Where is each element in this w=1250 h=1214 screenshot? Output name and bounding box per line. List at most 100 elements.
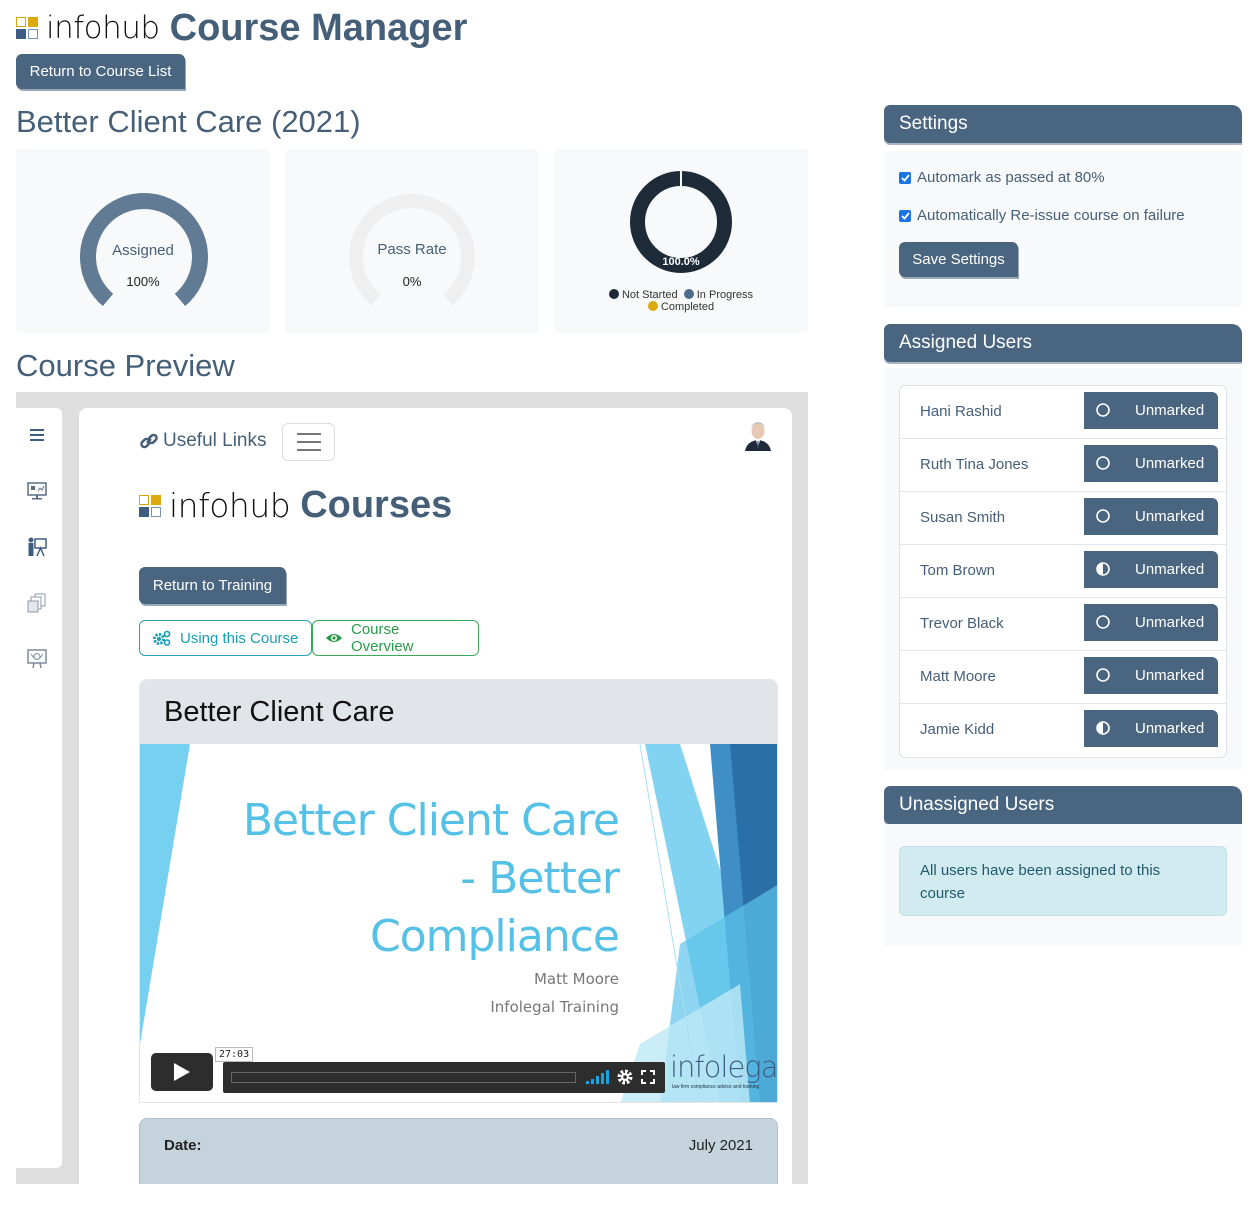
assigned-user-row: Trevor Black Unmarked <box>900 598 1226 651</box>
course-card-title: Better Client Care <box>140 680 777 744</box>
infohub-logo-text: infohub <box>46 10 160 46</box>
user-status-label: Unmarked <box>1135 667 1205 684</box>
slide-title: Better Client Care - Better Compliance <box>242 795 620 962</box>
slide-organisation: Infolegal Training <box>490 998 619 1016</box>
cogs-icon <box>153 630 171 646</box>
donut-slice-not-started[interactable] <box>630 171 732 273</box>
half-circle-progress-icon <box>1096 721 1110 735</box>
user-name: Ruth Tina Jones <box>920 456 1029 473</box>
user-name: Hani Rashid <box>920 403 1002 420</box>
app-title: Course Manager <box>169 6 468 49</box>
assigned-stat-card: Assigned 100% <box>16 149 270 333</box>
infolegal-logo: infolegal <box>670 1050 778 1084</box>
legend-item-completed[interactable]: Completed <box>647 301 714 313</box>
presentation-board-icon[interactable] <box>26 648 48 670</box>
donut-data-label: 100.0% <box>662 256 700 268</box>
course-title: Better Client Care (2021) <box>16 104 361 139</box>
legend-dot <box>683 289 694 299</box>
video-progress-bar[interactable] <box>231 1072 576 1083</box>
useful-links-link[interactable]: Useful Links <box>139 430 267 452</box>
user-status-label: Unmarked <box>1135 508 1205 525</box>
video-duration: 27:03 <box>215 1047 254 1062</box>
app-header: infohub Course Manager <box>16 6 468 49</box>
preview-main: Useful Links infohub Courses Return to T… <box>79 408 792 1184</box>
user-status-button[interactable]: Unmarked <box>1084 604 1218 641</box>
half-circle-progress-icon <box>1096 562 1110 576</box>
assigned-value: 100% <box>126 274 160 289</box>
legend-dot <box>608 289 619 299</box>
unassigned-users-panel: All users have been assigned to this cou… <box>884 824 1242 946</box>
assigned-label: Assigned <box>112 242 174 259</box>
user-status-label: Unmarked <box>1135 455 1205 472</box>
unassigned-users-panel-header: Unassigned Users <box>884 786 1242 824</box>
assigned-user-row: Jamie Kidd Unmarked <box>900 704 1226 757</box>
legend-item-in-progress[interactable]: In Progress <box>683 289 753 301</box>
user-status-label: Unmarked <box>1135 561 1205 578</box>
course-card: Better Client Care Better Client Care - … <box>139 679 778 1103</box>
eye-icon <box>326 634 342 642</box>
legend-item-not-started[interactable]: Not Started <box>608 289 678 301</box>
reissue-checkbox[interactable] <box>899 209 911 222</box>
return-to-course-list-button[interactable]: Return to Course List <box>16 54 185 89</box>
presenter-icon[interactable] <box>26 536 48 558</box>
preview-sidebar <box>16 408 62 1168</box>
assigned-user-row: Matt Moore Unmarked <box>900 651 1226 704</box>
automark-checkbox[interactable] <box>899 171 911 184</box>
assigned-user-row: Susan Smith Unmarked <box>900 492 1226 545</box>
pass-rate-stat-card: Pass Rate 0% <box>285 149 539 333</box>
user-name: Susan Smith <box>920 509 1006 526</box>
navbar-toggle-button[interactable] <box>282 423 335 461</box>
progress-donut-card: 100.0% Not Started In Progress Completed <box>554 149 808 333</box>
assigned-user-row: Ruth Tina Jones Unmarked <box>900 439 1226 492</box>
automark-checkbox-row[interactable]: Automark as passed at 80% <box>899 169 1105 186</box>
dashboard-monitor-icon[interactable] <box>26 480 48 502</box>
date-value: July 2021 <box>688 1137 753 1154</box>
fullscreen-icon[interactable] <box>641 1070 655 1084</box>
user-status-label: Unmarked <box>1135 720 1205 737</box>
user-status-button[interactable]: Unmarked <box>1084 710 1218 747</box>
user-status-button[interactable]: Unmarked <box>1084 498 1218 535</box>
slide-author: Matt Moore <box>533 970 619 988</box>
menu-icon[interactable] <box>26 424 48 446</box>
empty-circle-progress-icon <box>1096 403 1110 417</box>
all-assigned-alert: All users have been assigned to this cou… <box>899 846 1227 916</box>
assigned-gauge <box>80 193 208 307</box>
user-status-button[interactable]: Unmarked <box>1084 551 1218 588</box>
empty-circle-progress-icon <box>1096 615 1110 629</box>
infohub-logo-icon <box>139 494 161 517</box>
play-icon <box>174 1063 190 1081</box>
user-status-label: Unmarked <box>1135 402 1205 419</box>
assigned-user-row: Hani Rashid Unmarked <box>900 386 1226 439</box>
user-avatar[interactable] <box>743 419 773 453</box>
link-icon <box>140 433 158 449</box>
volume-icon[interactable] <box>585 1070 609 1084</box>
infohub-courses-logo: infohub Courses <box>139 484 452 527</box>
pass-rate-value: 0% <box>402 274 422 289</box>
assigned-users-panel: Hani Rashid Unmarked Ruth Tina Jones Unmark… <box>884 368 1242 770</box>
documents-icon[interactable] <box>26 592 48 614</box>
return-to-training-button[interactable]: Return to Training <box>139 567 286 604</box>
donut-slice-separator <box>680 170 682 187</box>
user-name: Trevor Black <box>920 615 1004 632</box>
settings-panel-header: Settings <box>884 105 1242 143</box>
course-video[interactable]: Better Client Care - Better Compliance M… <box>140 744 778 1102</box>
settings-panel: Automark as passed at 80% Automatically … <box>884 151 1242 307</box>
user-status-button[interactable]: Unmarked <box>1084 392 1218 429</box>
settings-gear-icon[interactable] <box>617 1069 633 1085</box>
video-control-bar <box>223 1062 665 1093</box>
play-button[interactable] <box>151 1053 213 1091</box>
infohub-logo-icon <box>16 17 38 39</box>
user-status-button[interactable]: Unmarked <box>1084 657 1218 694</box>
assigned-users-list: Hani Rashid Unmarked Ruth Tina Jones Unmark… <box>899 385 1227 758</box>
empty-circle-progress-icon <box>1096 668 1110 682</box>
reissue-checkbox-row[interactable]: Automatically Re-issue course on failure <box>899 207 1185 224</box>
user-name: Tom Brown <box>920 562 996 579</box>
infolegal-tagline: law firm compliance advice and training <box>672 1084 760 1090</box>
user-name: Matt Moore <box>920 668 996 685</box>
user-status-label: Unmarked <box>1135 614 1205 631</box>
course-overview-button[interactable]: Course Overview <box>312 620 479 656</box>
save-settings-button[interactable]: Save Settings <box>899 242 1018 277</box>
user-status-button[interactable]: Unmarked <box>1084 445 1218 482</box>
using-this-course-button[interactable]: Using this Course <box>139 620 312 656</box>
pass-rate-label: Pass Rate <box>377 241 447 258</box>
